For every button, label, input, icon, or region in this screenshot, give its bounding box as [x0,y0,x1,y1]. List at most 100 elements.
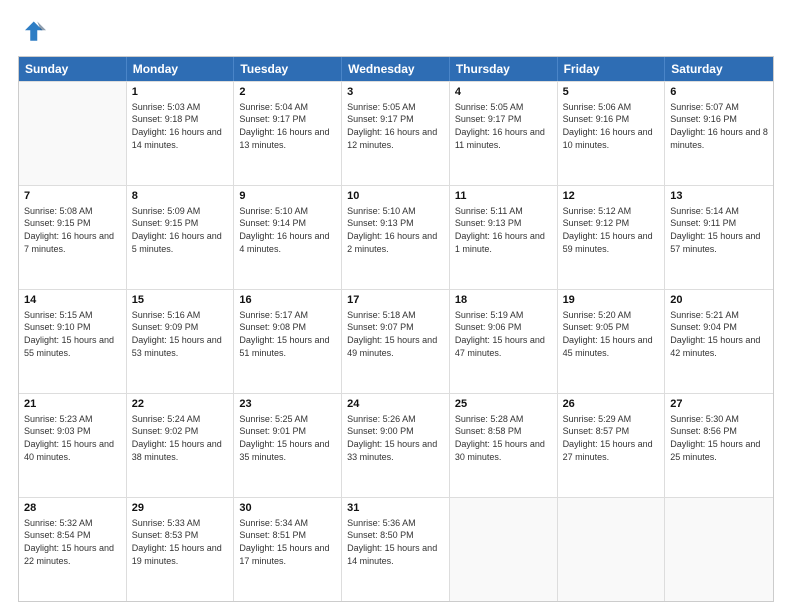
header-day-thursday: Thursday [450,57,558,81]
day-info: Sunrise: 5:34 AM Sunset: 8:51 PM Dayligh… [239,517,336,567]
day-info: Sunrise: 5:05 AM Sunset: 9:17 PM Dayligh… [455,101,552,151]
calendar-cell: 11Sunrise: 5:11 AM Sunset: 9:13 PM Dayli… [450,186,558,289]
day-number: 20 [670,293,768,308]
day-number: 1 [132,85,229,100]
day-number: 5 [563,85,660,100]
calendar-cell: 16Sunrise: 5:17 AM Sunset: 9:08 PM Dayli… [234,290,342,393]
calendar-cell: 14Sunrise: 5:15 AM Sunset: 9:10 PM Dayli… [19,290,127,393]
calendar-cell: 1Sunrise: 5:03 AM Sunset: 9:18 PM Daylig… [127,82,235,185]
day-info: Sunrise: 5:17 AM Sunset: 9:08 PM Dayligh… [239,309,336,359]
calendar-cell: 27Sunrise: 5:30 AM Sunset: 8:56 PM Dayli… [665,394,773,497]
calendar-cell: 29Sunrise: 5:33 AM Sunset: 8:53 PM Dayli… [127,498,235,601]
calendar-cell: 20Sunrise: 5:21 AM Sunset: 9:04 PM Dayli… [665,290,773,393]
day-info: Sunrise: 5:08 AM Sunset: 9:15 PM Dayligh… [24,205,121,255]
calendar-cell [665,498,773,601]
calendar-header: SundayMondayTuesdayWednesdayThursdayFrid… [19,57,773,81]
day-info: Sunrise: 5:10 AM Sunset: 9:13 PM Dayligh… [347,205,444,255]
logo-icon [18,18,46,46]
day-info: Sunrise: 5:14 AM Sunset: 9:11 PM Dayligh… [670,205,768,255]
calendar-cell: 5Sunrise: 5:06 AM Sunset: 9:16 PM Daylig… [558,82,666,185]
calendar-row-3: 21Sunrise: 5:23 AM Sunset: 9:03 PM Dayli… [19,393,773,497]
day-number: 6 [670,85,768,100]
day-info: Sunrise: 5:15 AM Sunset: 9:10 PM Dayligh… [24,309,121,359]
calendar-cell: 23Sunrise: 5:25 AM Sunset: 9:01 PM Dayli… [234,394,342,497]
day-number: 4 [455,85,552,100]
day-number: 21 [24,397,121,412]
calendar-row-0: 1Sunrise: 5:03 AM Sunset: 9:18 PM Daylig… [19,81,773,185]
day-number: 13 [670,189,768,204]
day-number: 8 [132,189,229,204]
calendar-body: 1Sunrise: 5:03 AM Sunset: 9:18 PM Daylig… [19,81,773,601]
logo [18,18,50,46]
day-info: Sunrise: 5:28 AM Sunset: 8:58 PM Dayligh… [455,413,552,463]
calendar-cell: 15Sunrise: 5:16 AM Sunset: 9:09 PM Dayli… [127,290,235,393]
calendar-cell: 2Sunrise: 5:04 AM Sunset: 9:17 PM Daylig… [234,82,342,185]
calendar-cell: 26Sunrise: 5:29 AM Sunset: 8:57 PM Dayli… [558,394,666,497]
day-number: 12 [563,189,660,204]
day-info: Sunrise: 5:12 AM Sunset: 9:12 PM Dayligh… [563,205,660,255]
calendar-row-2: 14Sunrise: 5:15 AM Sunset: 9:10 PM Dayli… [19,289,773,393]
header-day-sunday: Sunday [19,57,127,81]
day-number: 7 [24,189,121,204]
day-info: Sunrise: 5:21 AM Sunset: 9:04 PM Dayligh… [670,309,768,359]
header-day-tuesday: Tuesday [234,57,342,81]
day-info: Sunrise: 5:16 AM Sunset: 9:09 PM Dayligh… [132,309,229,359]
calendar-cell: 12Sunrise: 5:12 AM Sunset: 9:12 PM Dayli… [558,186,666,289]
day-info: Sunrise: 5:10 AM Sunset: 9:14 PM Dayligh… [239,205,336,255]
day-number: 29 [132,501,229,516]
day-info: Sunrise: 5:04 AM Sunset: 9:17 PM Dayligh… [239,101,336,151]
day-number: 25 [455,397,552,412]
day-number: 11 [455,189,552,204]
calendar-cell: 28Sunrise: 5:32 AM Sunset: 8:54 PM Dayli… [19,498,127,601]
calendar-cell: 21Sunrise: 5:23 AM Sunset: 9:03 PM Dayli… [19,394,127,497]
day-number: 14 [24,293,121,308]
calendar-cell: 18Sunrise: 5:19 AM Sunset: 9:06 PM Dayli… [450,290,558,393]
calendar-cell: 13Sunrise: 5:14 AM Sunset: 9:11 PM Dayli… [665,186,773,289]
day-info: Sunrise: 5:36 AM Sunset: 8:50 PM Dayligh… [347,517,444,567]
day-info: Sunrise: 5:18 AM Sunset: 9:07 PM Dayligh… [347,309,444,359]
calendar-cell: 24Sunrise: 5:26 AM Sunset: 9:00 PM Dayli… [342,394,450,497]
calendar-cell: 30Sunrise: 5:34 AM Sunset: 8:51 PM Dayli… [234,498,342,601]
day-number: 19 [563,293,660,308]
day-info: Sunrise: 5:24 AM Sunset: 9:02 PM Dayligh… [132,413,229,463]
day-info: Sunrise: 5:20 AM Sunset: 9:05 PM Dayligh… [563,309,660,359]
day-number: 15 [132,293,229,308]
calendar-cell: 9Sunrise: 5:10 AM Sunset: 9:14 PM Daylig… [234,186,342,289]
calendar-cell: 10Sunrise: 5:10 AM Sunset: 9:13 PM Dayli… [342,186,450,289]
calendar-cell: 8Sunrise: 5:09 AM Sunset: 9:15 PM Daylig… [127,186,235,289]
calendar-cell: 3Sunrise: 5:05 AM Sunset: 9:17 PM Daylig… [342,82,450,185]
calendar-cell [19,82,127,185]
day-info: Sunrise: 5:30 AM Sunset: 8:56 PM Dayligh… [670,413,768,463]
calendar-cell [558,498,666,601]
day-number: 2 [239,85,336,100]
calendar-cell: 4Sunrise: 5:05 AM Sunset: 9:17 PM Daylig… [450,82,558,185]
day-number: 17 [347,293,444,308]
header [18,18,774,46]
day-info: Sunrise: 5:23 AM Sunset: 9:03 PM Dayligh… [24,413,121,463]
calendar: SundayMondayTuesdayWednesdayThursdayFrid… [18,56,774,602]
day-info: Sunrise: 5:06 AM Sunset: 9:16 PM Dayligh… [563,101,660,151]
day-number: 10 [347,189,444,204]
day-number: 31 [347,501,444,516]
day-number: 27 [670,397,768,412]
header-day-wednesday: Wednesday [342,57,450,81]
day-info: Sunrise: 5:11 AM Sunset: 9:13 PM Dayligh… [455,205,552,255]
calendar-cell: 25Sunrise: 5:28 AM Sunset: 8:58 PM Dayli… [450,394,558,497]
day-number: 26 [563,397,660,412]
calendar-row-4: 28Sunrise: 5:32 AM Sunset: 8:54 PM Dayli… [19,497,773,601]
day-number: 3 [347,85,444,100]
day-number: 30 [239,501,336,516]
calendar-cell: 31Sunrise: 5:36 AM Sunset: 8:50 PM Dayli… [342,498,450,601]
calendar-cell: 6Sunrise: 5:07 AM Sunset: 9:16 PM Daylig… [665,82,773,185]
calendar-cell: 7Sunrise: 5:08 AM Sunset: 9:15 PM Daylig… [19,186,127,289]
day-number: 23 [239,397,336,412]
header-day-saturday: Saturday [665,57,773,81]
calendar-cell [450,498,558,601]
day-number: 28 [24,501,121,516]
day-number: 9 [239,189,336,204]
day-info: Sunrise: 5:33 AM Sunset: 8:53 PM Dayligh… [132,517,229,567]
day-number: 16 [239,293,336,308]
day-info: Sunrise: 5:03 AM Sunset: 9:18 PM Dayligh… [132,101,229,151]
day-info: Sunrise: 5:09 AM Sunset: 9:15 PM Dayligh… [132,205,229,255]
day-number: 24 [347,397,444,412]
